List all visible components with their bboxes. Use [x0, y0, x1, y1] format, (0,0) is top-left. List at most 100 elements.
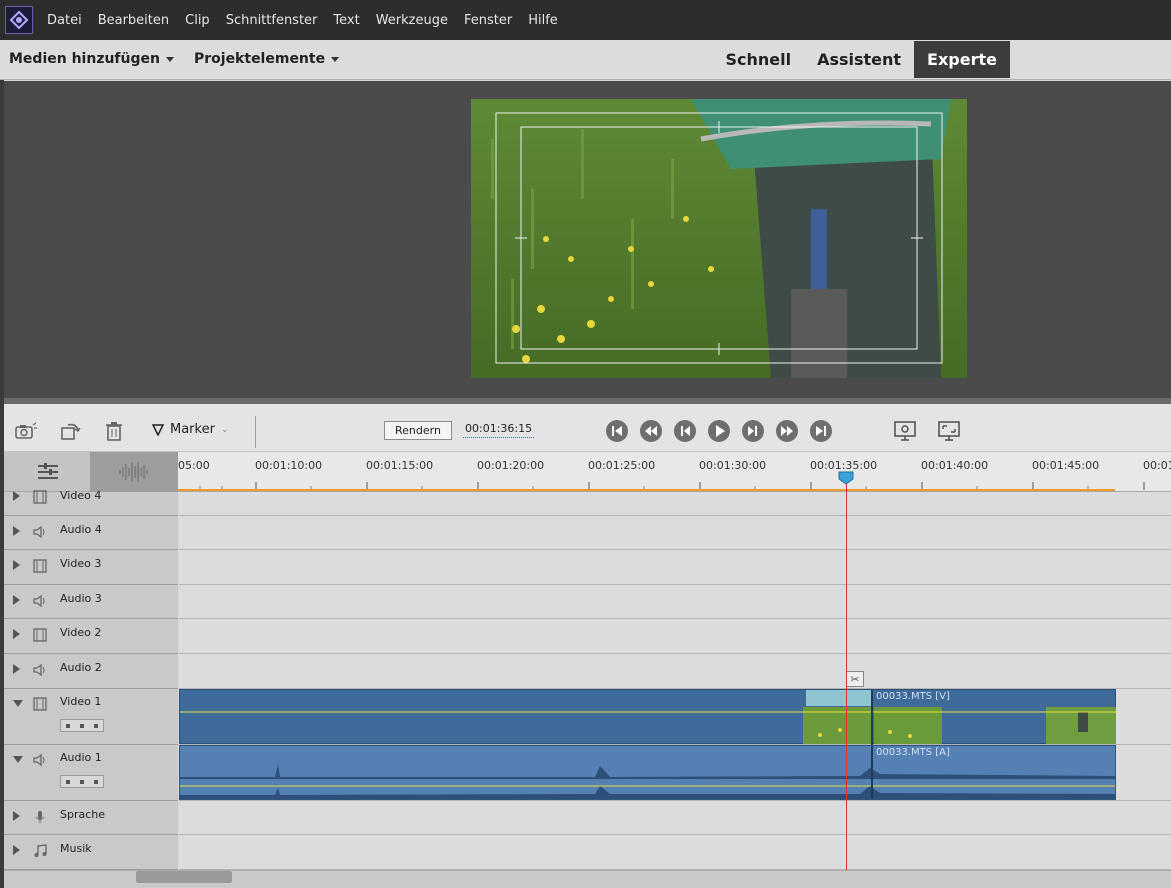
speaker-icon: [33, 525, 45, 539]
playhead-line[interactable]: [846, 484, 847, 870]
project-elements-dropdown[interactable]: Projektelemente: [194, 51, 340, 67]
lane-audio-4[interactable]: [179, 516, 1171, 550]
track-name: Video 3: [60, 557, 102, 570]
menu-werkzeuge[interactable]: Werkzeuge: [376, 13, 448, 28]
scrollbar-thumb[interactable]: [136, 871, 232, 883]
track-name: Audio 2: [60, 661, 102, 674]
audio-waveform-toggle[interactable]: [90, 452, 178, 492]
current-timecode[interactable]: 00:01:36:15: [463, 421, 535, 438]
chevron-down-icon: ⌄: [220, 424, 229, 435]
film-icon: [33, 697, 47, 711]
keyframe-navigator[interactable]: [60, 775, 104, 788]
audio-clip[interactable]: 00033.MTS [A]: [179, 745, 1116, 800]
video-clip-thumbnails: [180, 690, 1117, 745]
expand-icon[interactable]: [13, 526, 20, 536]
track-name: Audio 1: [60, 751, 102, 764]
menu-datei[interactable]: Datei: [47, 13, 82, 28]
expand-icon[interactable]: [13, 664, 20, 674]
step-forward-icon[interactable]: [741, 419, 765, 443]
keyframe-add-icon[interactable]: [80, 779, 84, 784]
rewind-icon[interactable]: [639, 419, 663, 443]
rotate-icon[interactable]: [59, 420, 83, 442]
go-to-end-icon[interactable]: [809, 419, 833, 443]
video-preview[interactable]: [471, 99, 967, 378]
track-options-icon[interactable]: [36, 462, 60, 486]
menu-fenster[interactable]: Fenster: [464, 13, 512, 28]
render-settings-icon[interactable]: [893, 419, 917, 443]
track-header-audio-4[interactable]: Audio 4: [4, 516, 178, 550]
tab-experte[interactable]: Experte: [914, 41, 1010, 78]
expand-icon[interactable]: [13, 491, 20, 501]
keyframe-next-icon[interactable]: [94, 779, 98, 784]
lane-sprache[interactable]: [179, 801, 1171, 835]
lane-musik[interactable]: [179, 835, 1171, 870]
keyframe-prev-icon[interactable]: [66, 779, 70, 784]
keyframe-prev-icon[interactable]: [66, 723, 70, 728]
step-back-icon[interactable]: [673, 419, 697, 443]
fast-forward-icon[interactable]: [775, 419, 799, 443]
mode-bar: Medien hinzufügen Projektelemente Schnel…: [0, 40, 1171, 80]
trash-icon[interactable]: [102, 420, 126, 442]
expand-icon[interactable]: [13, 811, 20, 821]
expand-icon[interactable]: [13, 560, 20, 570]
keyframe-navigator[interactable]: [60, 719, 104, 732]
video-clip[interactable]: 00033.MTS [V]: [179, 689, 1117, 745]
marker-dropdown[interactable]: Marker ⌄: [152, 422, 228, 437]
monitor-panel: [4, 81, 1171, 398]
track-header-video-3[interactable]: Video 3: [4, 550, 178, 585]
menu-hilfe[interactable]: Hilfe: [528, 13, 558, 28]
collapse-icon[interactable]: [13, 756, 23, 763]
track-name: Audio 4: [60, 523, 102, 536]
speaker-icon: [33, 594, 45, 608]
lane-video-3[interactable]: [179, 550, 1171, 585]
add-media-dropdown[interactable]: Medien hinzufügen: [9, 51, 174, 67]
track-header-audio-2[interactable]: Audio 2: [4, 654, 178, 689]
collapse-icon[interactable]: [13, 700, 23, 707]
timeline-ruler[interactable]: 05:00 00:01:10:00 00:01:15:00 00:01:20:0…: [178, 452, 1171, 492]
track-header-toolbar: [4, 452, 178, 492]
marker-label: Marker: [170, 422, 215, 437]
menu-bearbeiten[interactable]: Bearbeiten: [98, 13, 169, 28]
track-name: Musik: [60, 842, 92, 855]
track-name: Video 2: [60, 626, 102, 639]
expand-icon[interactable]: [13, 845, 20, 855]
track-header-video-2[interactable]: Video 2: [4, 619, 178, 654]
camera-icon[interactable]: [14, 420, 38, 442]
keyframe-next-icon[interactable]: [94, 723, 98, 728]
menu-schnittfenster[interactable]: Schnittfenster: [226, 13, 318, 28]
menu-bar: Datei Bearbeiten Clip Schnittfenster Tex…: [0, 0, 1171, 40]
track-header-musik[interactable]: Musik: [4, 835, 178, 870]
menu-text[interactable]: Text: [333, 13, 359, 28]
waveform-icon: [119, 462, 148, 482]
lane-video-2[interactable]: [179, 619, 1171, 654]
tab-assistent[interactable]: Assistent: [804, 41, 914, 78]
tab-schnell[interactable]: Schnell: [712, 41, 804, 78]
track-header-video-1[interactable]: Video 1: [4, 689, 178, 745]
timeline-toolbar: Marker ⌄ Rendern 00:01:36:15: [4, 404, 1171, 452]
expand-icon[interactable]: [13, 629, 20, 639]
render-button[interactable]: Rendern: [384, 421, 452, 440]
fullscreen-icon[interactable]: [937, 419, 961, 443]
audio-clip-label: 00033.MTS [A]: [876, 747, 950, 758]
film-icon: [33, 490, 47, 504]
timeline-scrollbar[interactable]: [4, 870, 1171, 888]
marker-icon: [152, 423, 164, 436]
caret-down-icon: [331, 56, 340, 62]
keyframe-add-icon[interactable]: [80, 723, 84, 728]
app-logo-icon[interactable]: [5, 6, 33, 34]
track-header-video-4[interactable]: Video 4: [4, 489, 178, 516]
track-name: Sprache: [60, 808, 106, 821]
lane-video-4[interactable]: [179, 492, 1171, 516]
track-header-audio-1[interactable]: Audio 1: [4, 745, 178, 801]
speaker-icon: [33, 753, 45, 767]
video-clip-label: 00033.MTS [V]: [876, 691, 950, 702]
menu-clip[interactable]: Clip: [185, 13, 210, 28]
lane-audio-3[interactable]: [179, 585, 1171, 619]
track-header-audio-3[interactable]: Audio 3: [4, 585, 178, 619]
lane-audio-2[interactable]: [179, 654, 1171, 689]
expand-icon[interactable]: [13, 595, 20, 605]
go-to-start-icon[interactable]: [605, 419, 629, 443]
track-header-sprache[interactable]: Sprache: [4, 801, 178, 835]
toolbar-divider: [255, 416, 256, 448]
play-icon[interactable]: [707, 419, 731, 443]
